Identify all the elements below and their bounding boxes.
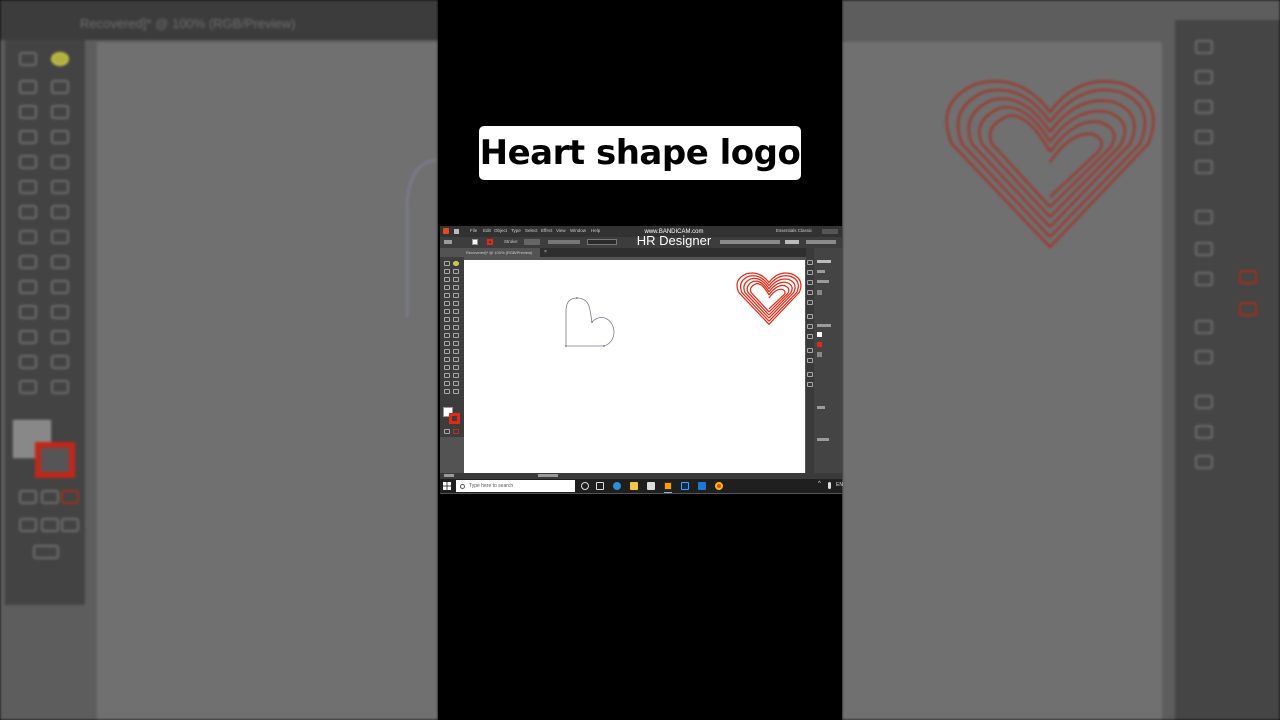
menu-object[interactable]: Object xyxy=(494,228,507,233)
backdrop-left-tab: Recovered]* @ 100% (RGB/Preview) xyxy=(80,16,296,31)
menu-view[interactable]: View xyxy=(556,228,566,233)
channel-name: HR Designer xyxy=(636,233,712,248)
backdrop-left-canvas xyxy=(97,42,438,720)
tools-panel xyxy=(440,257,464,437)
recording-watermark: www.BANDICAM.com HR Designer xyxy=(628,229,720,247)
backdrop-left-toolpanel xyxy=(5,40,85,605)
red-heart-logo xyxy=(736,272,802,326)
video-frame: Recovered]* @ 100% (RGB/Preview) Heart s… xyxy=(0,0,1280,720)
title-text: Heart shape logo xyxy=(479,133,801,173)
photoshop-icon[interactable] xyxy=(681,482,689,490)
workspace-switcher[interactable]: Essentials Classic xyxy=(776,228,812,233)
artboard[interactable] xyxy=(464,260,805,473)
title-card: Heart shape logo xyxy=(479,126,801,180)
stroke-swatch[interactable] xyxy=(487,239,493,245)
document-tabbar: Recovered]* @ 100% (RGB/Preview) × xyxy=(464,248,834,257)
close-tab-icon[interactable]: × xyxy=(544,249,547,255)
search-placeholder: Type here to search xyxy=(469,483,514,489)
taskbar-search-box[interactable]: Type here to search xyxy=(456,480,575,492)
illustrator-logo-icon xyxy=(443,228,449,234)
mail-icon[interactable] xyxy=(698,482,706,490)
tray-chevron-up-icon[interactable]: ^ xyxy=(818,481,821,487)
menu-select[interactable]: Select xyxy=(525,228,538,233)
chrome-icon[interactable] xyxy=(715,482,723,490)
backdrop-red-heart xyxy=(945,80,1155,249)
menu-file[interactable]: File xyxy=(470,228,477,233)
fill-swatch[interactable] xyxy=(472,239,478,245)
menu-effect[interactable]: Effect xyxy=(541,228,552,233)
windows-start-icon[interactable] xyxy=(443,482,451,490)
backdrop-heart-outline xyxy=(405,158,438,317)
menu-type[interactable]: Type xyxy=(511,228,521,233)
menu-edit[interactable]: Edit xyxy=(483,228,491,233)
tray-language[interactable]: EN xyxy=(836,482,843,488)
backdrop-right-panel xyxy=(1175,20,1280,720)
menu-window[interactable]: Window xyxy=(570,228,586,233)
cortana-icon[interactable] xyxy=(581,482,589,490)
document-tab[interactable]: Recovered]* @ 100% (RGB/Preview) xyxy=(464,248,540,257)
task-view-icon[interactable] xyxy=(596,482,604,490)
properties-panel xyxy=(814,248,842,478)
home-icon[interactable] xyxy=(454,229,459,234)
store-icon[interactable] xyxy=(647,482,655,490)
illustrator-icon[interactable] xyxy=(664,482,672,490)
search-icon xyxy=(460,483,465,489)
stroke-color-box[interactable] xyxy=(449,413,460,424)
illustrator-window: File Edit Object Type Select Effect View… xyxy=(440,226,842,494)
edge-icon[interactable] xyxy=(613,482,621,490)
stroke-label: Stroke: xyxy=(504,239,519,244)
file-explorer-icon[interactable] xyxy=(630,482,638,490)
windows-taskbar: Type here to search ^ EN xyxy=(440,479,843,493)
menu-help[interactable]: Help xyxy=(591,228,600,233)
microphone-icon[interactable] xyxy=(828,482,831,489)
